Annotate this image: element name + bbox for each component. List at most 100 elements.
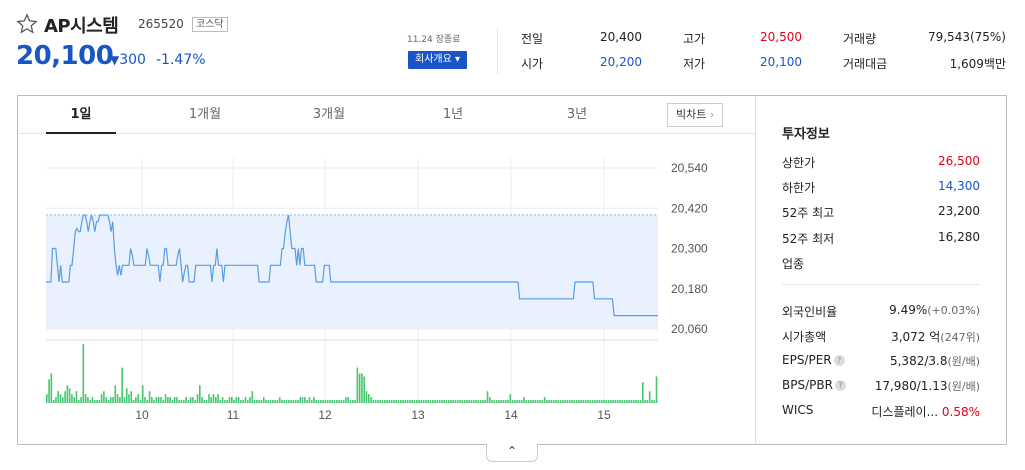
- volume-bar: [267, 400, 270, 403]
- volume-bar: [237, 397, 240, 403]
- volume-bar: [217, 394, 219, 403]
- tab-3month[interactable]: 3개월: [294, 96, 364, 134]
- volume-bar: [587, 400, 589, 403]
- volume-bar: [52, 400, 55, 403]
- volume-bar: [109, 397, 112, 403]
- market-cap-label: 시가총액: [782, 330, 827, 344]
- prev-close-label: 전일: [521, 32, 544, 46]
- help-icon[interactable]: ?: [834, 380, 846, 391]
- x-tick-label: 13: [411, 408, 425, 422]
- volume-bar: [199, 385, 201, 403]
- volume-bar: [635, 400, 637, 403]
- volume-bar: [278, 397, 281, 403]
- wics-sector-link[interactable]: 디스플레이...: [871, 405, 938, 419]
- volume-bar: [46, 394, 48, 403]
- foreign-ratio-value: 9.49%(+0.03%): [889, 303, 980, 317]
- volume-bar: [381, 400, 384, 403]
- volume-bar: [621, 400, 624, 403]
- volume-bar: [276, 400, 279, 403]
- x-tick-label: 15: [597, 408, 611, 422]
- volume-bar: [653, 400, 656, 403]
- volume-bar: [495, 400, 498, 403]
- volume-bar: [324, 400, 327, 403]
- volume-bar: [610, 400, 612, 403]
- volume-bar: [219, 400, 222, 403]
- volume-bar: [418, 400, 420, 403]
- volume-bar: [534, 400, 537, 403]
- volume-bar: [258, 400, 260, 403]
- tab-1day[interactable]: 1일: [46, 96, 116, 134]
- volume-bar: [185, 397, 187, 403]
- help-icon[interactable]: ?: [833, 355, 845, 366]
- volume-bar: [230, 397, 233, 403]
- volume-bar: [612, 400, 614, 403]
- volume-bar: [502, 400, 505, 403]
- 52week-high-label: 52주 최고: [782, 206, 835, 220]
- big-chart-button[interactable]: 빅차트 ›: [667, 103, 724, 127]
- volume-bar: [388, 400, 391, 403]
- volume-bar: [409, 400, 411, 403]
- volume-bar: [84, 394, 87, 403]
- amount-label: 거래대금: [843, 57, 888, 71]
- volume-bar: [96, 400, 98, 403]
- volume-bar: [463, 400, 466, 403]
- tab-3year[interactable]: 3년: [542, 96, 612, 134]
- volume-bar: [331, 400, 334, 403]
- volume-bar: [562, 400, 564, 403]
- volume-bar: [623, 400, 626, 403]
- volume-bar: [596, 400, 598, 403]
- tab-1year[interactable]: 1년: [418, 96, 488, 134]
- volume-bar: [105, 397, 107, 403]
- volume-bar: [176, 397, 178, 403]
- volume-bar: [539, 400, 541, 403]
- change-value: 300: [119, 52, 146, 68]
- collapse-button[interactable]: ⌃: [486, 444, 538, 462]
- upper-limit-label: 상한가: [782, 156, 816, 170]
- company-overview-button[interactable]: 회사개요 ▾: [408, 51, 467, 69]
- volume-bar: [470, 400, 473, 403]
- volume-bar: [251, 391, 254, 403]
- volume-bar: [64, 391, 66, 403]
- volume-bar: [429, 400, 432, 403]
- volume-bar: [93, 400, 96, 403]
- volume-bar: [68, 388, 71, 403]
- volume-bar: [322, 400, 324, 403]
- tab-1month[interactable]: 1개월: [170, 96, 240, 134]
- volume-bar: [527, 400, 530, 403]
- volume-bar: [352, 400, 354, 403]
- volume-bar: [272, 400, 274, 403]
- volume-bar: [404, 400, 407, 403]
- volume-bar: [516, 400, 519, 403]
- volume-bar: [141, 385, 144, 403]
- chevron-up-icon: ⌃: [506, 444, 518, 458]
- volume-bar: [203, 400, 206, 403]
- volume-bar: [489, 397, 491, 403]
- open-value: 20,200: [600, 55, 642, 69]
- volume-bar: [578, 400, 580, 403]
- volume-bar: [431, 400, 434, 403]
- low-label: 저가: [683, 57, 706, 71]
- volume-label: 거래량: [843, 32, 877, 46]
- volume-value: 79,543(75%): [927, 30, 1006, 44]
- price-change: ▼300: [110, 52, 146, 68]
- volume-bar: [459, 400, 461, 403]
- header-divider: [497, 28, 498, 74]
- high-value: 20,500: [760, 30, 802, 44]
- volume-bar: [651, 400, 653, 403]
- volume-bar: [523, 397, 525, 403]
- y-tick-label: 20,060: [671, 322, 708, 336]
- volume-bar: [100, 394, 103, 403]
- volume-bar: [77, 400, 80, 403]
- volume-bar: [183, 400, 185, 403]
- y-tick-label: 20,420: [671, 201, 708, 215]
- x-tick-label: 10: [135, 408, 149, 422]
- volume-bar: [399, 400, 402, 403]
- volume-bar: [313, 397, 315, 403]
- volume-bar: [548, 400, 550, 403]
- volume-bar: [628, 400, 630, 403]
- volume-bar: [308, 397, 311, 403]
- favorite-star-icon[interactable]: [16, 13, 38, 35]
- volume-bar: [162, 400, 165, 403]
- volume-bar: [228, 397, 231, 403]
- low-value: 20,100: [760, 55, 802, 69]
